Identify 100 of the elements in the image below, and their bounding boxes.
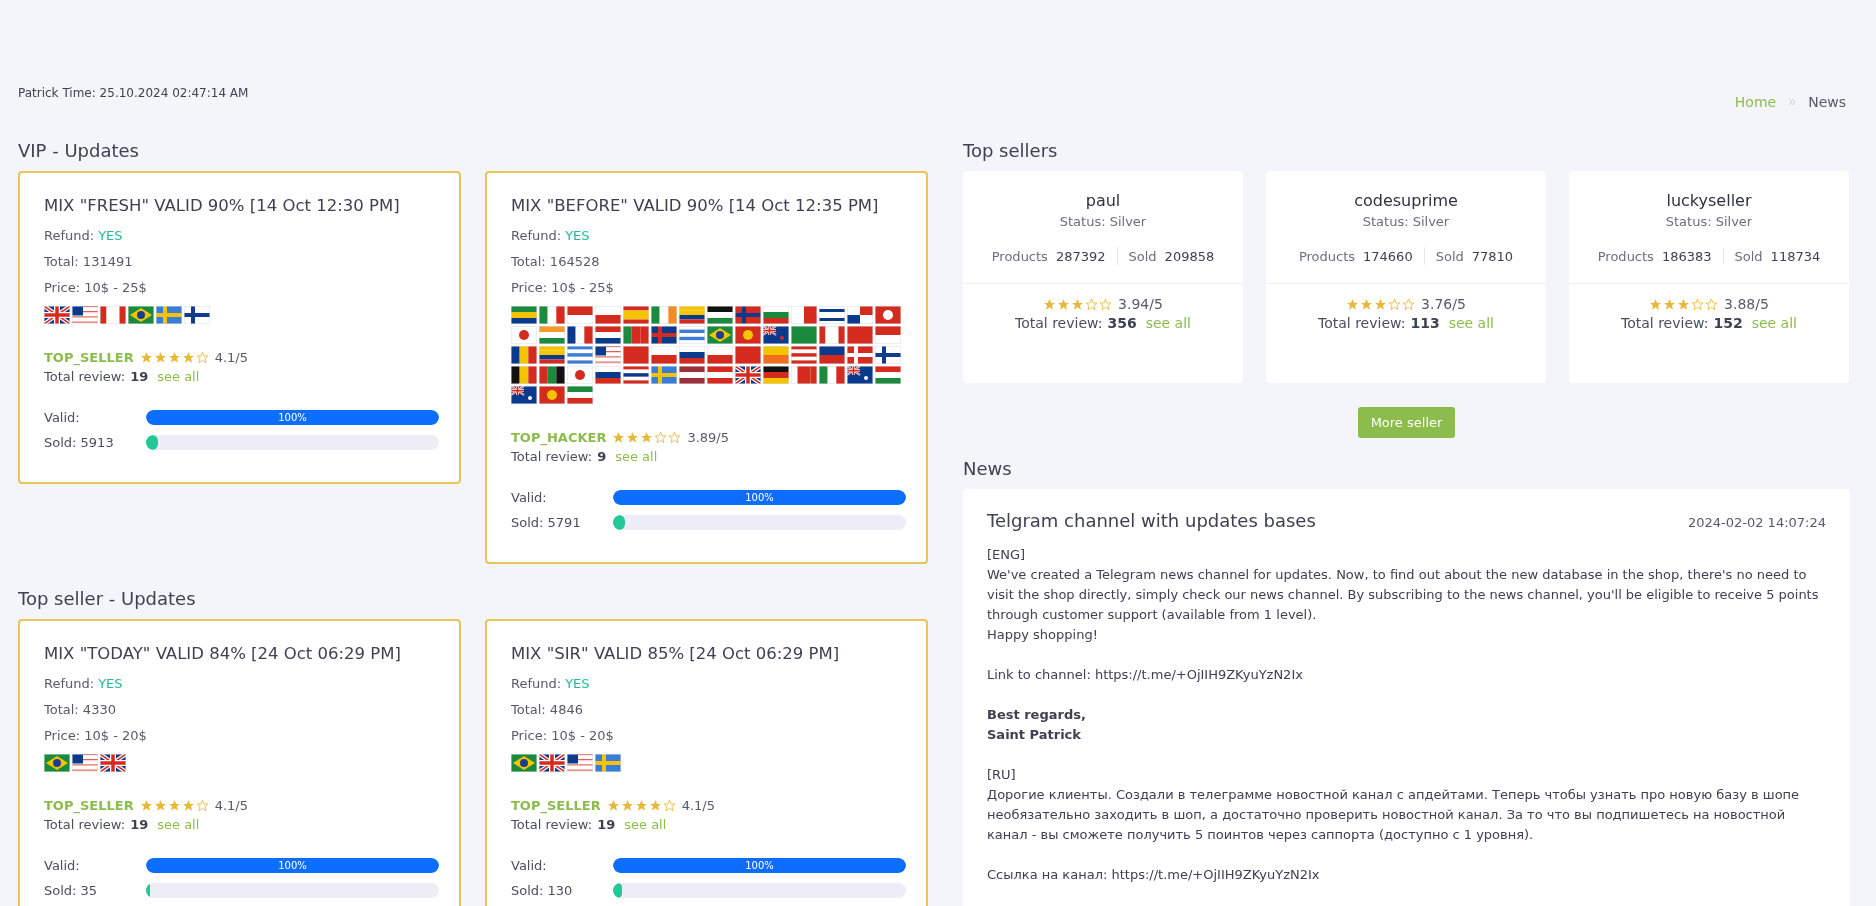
rating-text: 3.76/5 [1421, 296, 1466, 312]
star-filled-icon [1057, 297, 1071, 311]
flag-icon [875, 326, 901, 344]
flag-icon [847, 306, 873, 324]
stat-value: 287392 [1055, 248, 1106, 264]
seller-tag: TOP_SELLER [44, 798, 134, 813]
flag-icon [567, 306, 593, 324]
flag-icon [875, 306, 901, 324]
stat-label: Sold [1128, 248, 1157, 264]
review-count: 19 [597, 817, 616, 832]
see-all-link[interactable]: see all [1448, 315, 1494, 331]
total-text: Total: 164528 [511, 254, 601, 269]
star-filled-icon [153, 351, 167, 364]
star-outline-icon [195, 351, 209, 364]
star-filled-icon [634, 799, 648, 812]
flag-icon [651, 326, 677, 344]
stat-value: 77810 [1471, 248, 1514, 264]
star-filled-icon [612, 431, 626, 444]
flag-icon [511, 366, 537, 384]
bar-label: Sold: 130 [511, 883, 574, 898]
flag-icon [791, 346, 817, 364]
see-all-link[interactable]: see all [1145, 315, 1191, 331]
more-seller-button[interactable]: More seller [1357, 407, 1456, 438]
news-text: Happy shopping! [987, 626, 1099, 644]
star-filled-icon [1043, 297, 1057, 311]
flag-icon [539, 326, 565, 344]
star-filled-icon [606, 799, 620, 812]
see-all-link[interactable]: see all [1751, 315, 1797, 331]
rating-text: 3.89/5 [687, 430, 729, 445]
card-title: MIX "SIR" VALID 85% [24 Oct 06:29 PM] [511, 643, 841, 665]
flag-icon [567, 366, 593, 384]
flag-icon [44, 754, 70, 772]
flag-icon [735, 346, 761, 364]
review-label: Total review: [511, 817, 593, 832]
review-label: Total review: [1318, 315, 1406, 331]
star-filled-icon [167, 351, 181, 364]
review-count: 152 [1713, 315, 1743, 331]
flag-icon [595, 306, 621, 324]
see-all-link[interactable]: see all [157, 369, 200, 384]
star-filled-icon [139, 351, 153, 364]
star-outline-icon [1402, 297, 1416, 311]
star-filled-icon [1071, 297, 1085, 311]
flag-icon [707, 346, 733, 364]
flag-icon [735, 366, 761, 384]
field-label: Refund: [511, 228, 562, 243]
see-all-link[interactable]: see all [615, 449, 658, 464]
flag-icon [595, 366, 621, 384]
price-text: Price: 10$ - 25$ [44, 280, 148, 295]
stat-label: Products [1298, 248, 1356, 264]
flag-icon [539, 386, 565, 404]
total-text: Total: 4846 [511, 702, 584, 717]
rating-text: 4.1/5 [214, 798, 248, 813]
refund-value: YES [565, 228, 590, 243]
clock-text: Patrick Time: 25.10.2024 02:47:14 AM [18, 86, 249, 100]
progress-fill: 100% [146, 410, 439, 425]
flag-icon [539, 754, 565, 772]
news-date: 2024-02-02 14:07:24 [1687, 514, 1826, 532]
refund-value: YES [98, 228, 123, 243]
stat-label: Products [991, 248, 1048, 264]
flag-icon [679, 346, 705, 364]
seller-tag: TOP_SELLER [44, 350, 134, 365]
flag-icon [623, 346, 649, 364]
flag-icon [763, 306, 789, 324]
review-label: Total review: [44, 817, 126, 832]
flag-icon [875, 346, 901, 364]
flag-icon [651, 366, 677, 384]
review-label: Total review: [1015, 315, 1103, 331]
flag-icon [511, 754, 537, 772]
flag-icon [595, 346, 621, 364]
flag-icon [707, 366, 733, 384]
total-text: Total: 131491 [44, 254, 134, 269]
flag-icon [791, 366, 817, 384]
bar-label: Sold: 5913 [44, 435, 115, 450]
section-title: Top seller - Updates [18, 588, 197, 609]
flag-icon [156, 306, 182, 324]
flag-icon [511, 326, 537, 344]
flag-icon [44, 306, 70, 324]
flag-icon [184, 306, 210, 324]
flag-icon [567, 346, 593, 364]
star-outline-icon [1691, 297, 1705, 311]
see-all-link[interactable]: see all [157, 817, 200, 832]
bar-label: Sold: 5791 [511, 515, 582, 530]
flag-icon [567, 754, 593, 772]
see-all-link[interactable]: see all [624, 817, 667, 832]
breadcrumb-link[interactable]: Home [1734, 94, 1777, 110]
flag-icon [819, 366, 845, 384]
news-text: Best regards, [987, 706, 1087, 724]
star-filled-icon [620, 799, 634, 812]
bar-label: Valid: [511, 858, 548, 873]
seller-name: luckyseller [1665, 191, 1753, 210]
star-filled-icon [1374, 297, 1388, 311]
card-title: MIX "BEFORE" VALID 90% [14 Oct 12:35 PM] [511, 195, 880, 217]
star-outline-icon [1085, 297, 1099, 311]
flag-icon [847, 346, 873, 364]
stat-label: Sold [1435, 248, 1464, 264]
bar-label: Valid: [44, 858, 81, 873]
card-title: MIX "TODAY" VALID 84% [24 Oct 06:29 PM] [44, 643, 402, 665]
seller-name: codesuprime [1353, 191, 1459, 210]
price-text: Price: 10$ - 25$ [511, 280, 615, 295]
progress-fill: 100% [613, 490, 906, 505]
